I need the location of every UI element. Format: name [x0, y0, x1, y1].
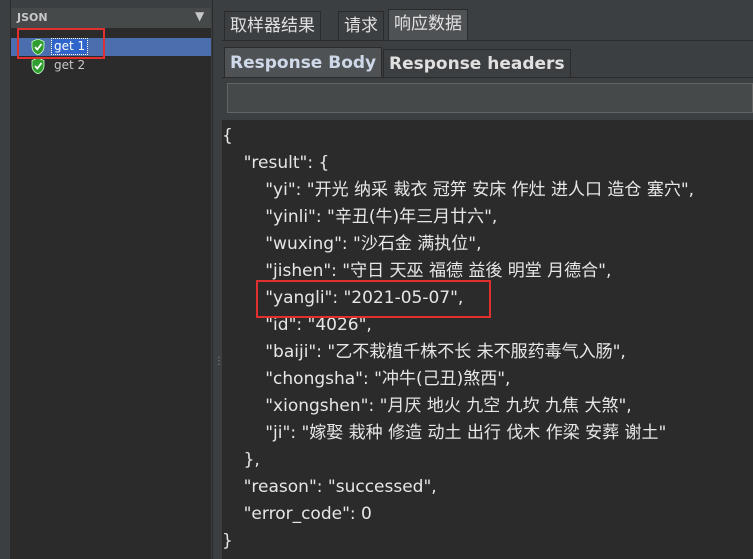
divider	[222, 77, 753, 78]
results-tree: JSON ▼ get 1 get 2	[11, 8, 211, 559]
left-edge-strip	[0, 0, 11, 559]
tree-item-label: get 2	[54, 58, 86, 72]
code-line: },	[222, 450, 260, 470]
annotation-box-yangli	[256, 280, 491, 318]
code-line: "error_code": 0	[222, 504, 372, 524]
code-line: "ji": "嫁娶 栽种 修造 动土 出行 伐木 作梁 安葬 谢土"	[222, 423, 667, 443]
subtab-response-headers[interactable]: Response headers	[383, 49, 571, 78]
code-line: "yi": "开光 纳采 裁衣 冠笄 安床 作灶 进人口 造仓 塞穴",	[222, 180, 695, 200]
chevron-down-icon[interactable]: ▼	[195, 9, 204, 23]
code-line: "xiongshen": "月厌 地火 九空 九坎 九焦 大煞",	[222, 396, 632, 416]
code-line: "id": "4026",	[222, 315, 372, 335]
subtab-response-body[interactable]: Response Body	[224, 47, 383, 78]
annotation-box-get-1	[17, 28, 105, 59]
code-line: "result": {	[222, 153, 330, 173]
code-line: "jishen": "守日 天巫 福德 益後 明堂 月德合",	[222, 261, 612, 281]
renderer-selector[interactable]: JSON ▼	[11, 8, 211, 29]
tab-sampler-result[interactable]: 取样器结果	[224, 11, 321, 40]
response-body-text[interactable]: { "result": { "yi": "开光 纳采 裁衣 冠笄 安床 作灶 进…	[222, 120, 753, 559]
code-line: "wuxing": "沙石金 满执位",	[222, 234, 482, 254]
code-line: {	[222, 126, 233, 146]
code-line: "yinli": "辛丑(牛)年三月廿六",	[222, 207, 498, 227]
code-line: "chongsha": "冲牛(己丑)煞西",	[222, 369, 511, 389]
code-line: "reason": "successed",	[222, 477, 437, 497]
tab-response-data[interactable]: 响应数据	[388, 9, 468, 40]
tab-request[interactable]: 请求	[338, 11, 384, 40]
response-panel: 取样器结果 请求 响应数据 Response Body Response hea…	[222, 0, 753, 559]
tree-item-get-2[interactable]: get 2	[11, 57, 211, 75]
code-line: "baiji": "乙不栽植千株不长 未不服药毒气入肠",	[222, 342, 626, 362]
divider	[222, 40, 753, 41]
search-input[interactable]	[227, 83, 753, 113]
renderer-label: JSON	[17, 11, 48, 24]
code-line: }	[222, 531, 233, 551]
success-shield-icon	[31, 58, 45, 74]
